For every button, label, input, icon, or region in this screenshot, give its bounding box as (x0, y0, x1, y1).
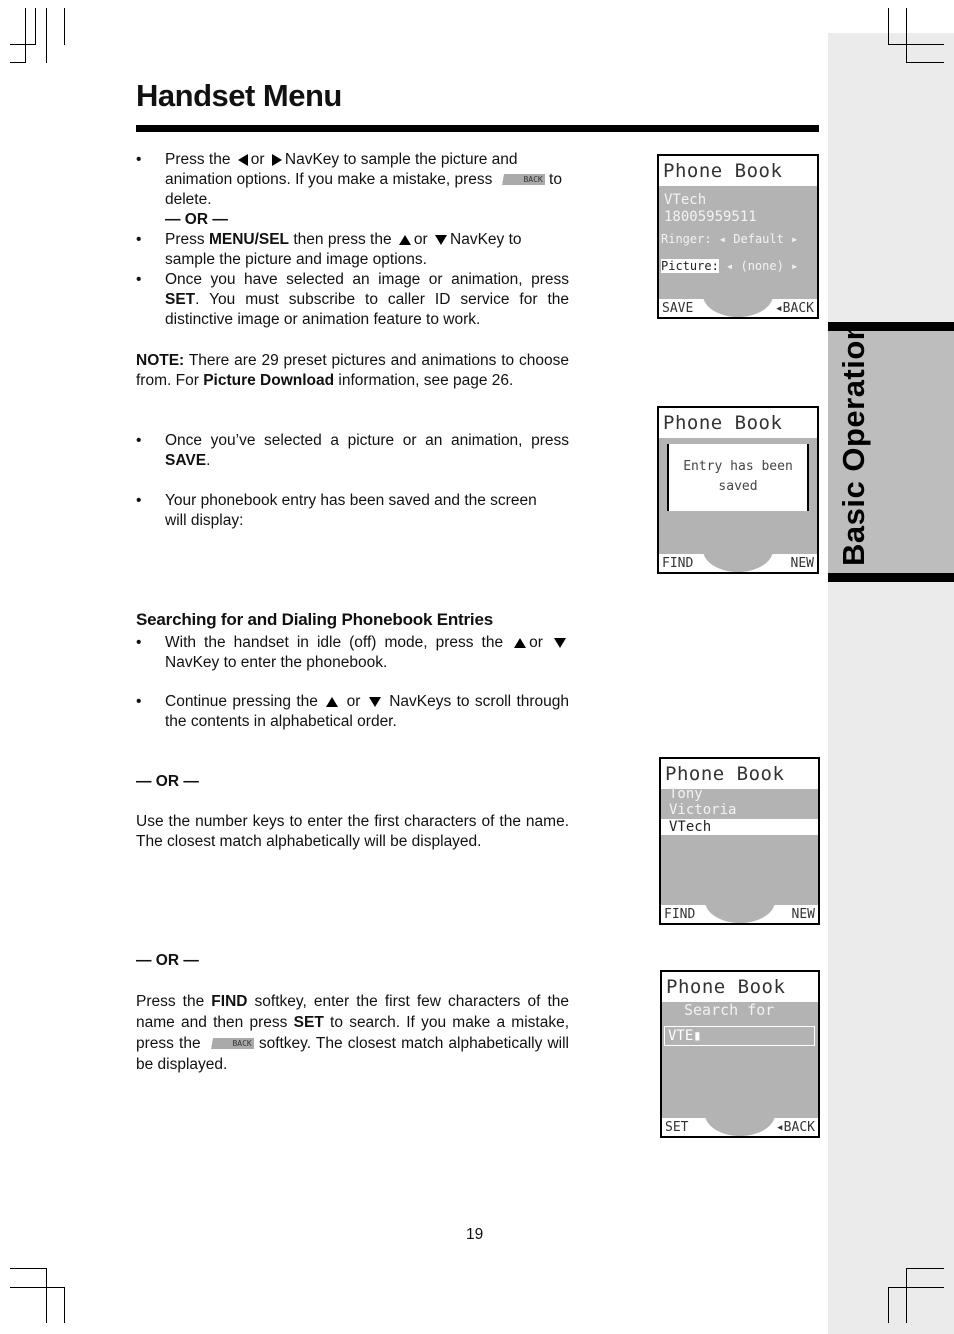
search-input[interactable]: VTE▮ (664, 1026, 815, 1046)
bullet-sample-options: • Press the or NavKey to sample the pict… (136, 151, 562, 228)
number-keys-paragraph: Use the number keys to enter the first c… (136, 813, 569, 850)
bullet-saved: • Your phonebook entry has been saved an… (136, 492, 537, 529)
bullet-save: • Once you’ve selected a picture or an a… (136, 432, 569, 469)
softkey-save[interactable]: SAVE (662, 300, 693, 317)
lcd-screen-search: Phone Book Search for VTE▮ SET ◂BACK (660, 970, 820, 1138)
side-tab-background (828, 33, 954, 1334)
up-arrow-icon (514, 637, 527, 648)
picture-setting: Picture: ◂ (none) ▸ (661, 259, 799, 273)
page-number: 19 (466, 1226, 484, 1243)
down-arrow-icon (435, 234, 447, 245)
softkey-find[interactable]: FIND (662, 555, 693, 572)
back-softkey-icon: BACK (205, 1038, 254, 1050)
screen-header: Phone Book (661, 759, 818, 789)
or-divider: — OR — (136, 952, 199, 969)
side-tab-label: Basic Operation (836, 320, 871, 566)
list-item[interactable]: Tony (669, 786, 703, 802)
find-softkey-paragraph: Press the FIND softkey, enter the first … (136, 993, 570, 1073)
back-softkey-icon: BACK (496, 174, 545, 186)
screen-header: Phone Book (659, 408, 817, 438)
lcd-screen-phonebook-list: Phone Book Tony Victoria VTech FIND NEW (659, 757, 820, 925)
softkey-set[interactable]: SET (665, 1119, 688, 1136)
lcd-screen-edit-entry: Phone Book VTech 18005959511 Ringer: ◂ D… (657, 154, 819, 319)
softkey-new[interactable]: NEW (791, 555, 814, 572)
softkey-find[interactable]: FIND (664, 906, 695, 923)
softkey-new[interactable]: NEW (792, 906, 815, 923)
lcd-screen-entry-saved: Phone Book Entry has been saved FIND NEW (657, 406, 819, 574)
left-arrow-icon (237, 153, 248, 166)
list-item-selected[interactable]: VTech (661, 819, 818, 835)
entry-name: VTech (664, 192, 707, 208)
down-arrow-icon (554, 637, 567, 648)
page-title: Handset Menu (136, 78, 342, 113)
bullet-menu-sel: • Press MENU/SEL then press the or NavKe… (136, 231, 522, 268)
or-divider: — OR — (136, 773, 199, 790)
section-heading: Searching for and Dialing Phonebook Entr… (136, 610, 493, 629)
side-tab-rule-bottom (828, 573, 954, 582)
screen-header: Phone Book (662, 972, 818, 1002)
or-divider: — OR — (165, 211, 228, 228)
search-prompt: Search for (684, 1001, 775, 1019)
screen-header: Phone Book (659, 156, 817, 186)
title-rule (136, 125, 819, 132)
bullet-idle-mode: • With the handset in idle (off) mode, p… (136, 633, 569, 673)
note-paragraph: NOTE: There are 29 preset pictures and a… (136, 352, 569, 389)
ringer-setting: Ringer: ◂ Default ▸ (661, 232, 799, 246)
saved-dialog: Entry has been saved (667, 444, 809, 511)
down-arrow-icon (368, 696, 381, 707)
list-item[interactable]: Victoria (669, 802, 736, 818)
softkey-back[interactable]: ◂BACK (775, 300, 814, 317)
right-arrow-icon (271, 153, 282, 166)
entry-number: 18005959511 (664, 209, 757, 225)
bullet-scroll: • Continue pressing the or NavKeys to sc… (136, 693, 570, 730)
up-arrow-icon (326, 696, 339, 707)
softkey-back[interactable]: ◂BACK (776, 1119, 815, 1136)
bullet-set: • Once you have selected an image or ani… (136, 271, 569, 328)
up-arrow-icon (398, 234, 411, 245)
